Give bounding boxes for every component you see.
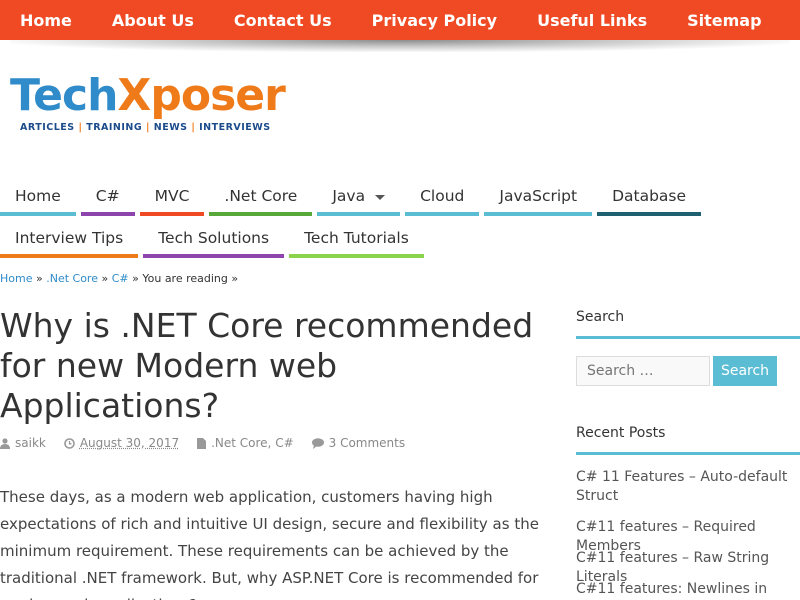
nav-item-label: Java xyxy=(332,187,366,205)
nav-item-underline xyxy=(0,212,76,216)
clock-icon xyxy=(64,437,75,449)
nav-item-label: MVC xyxy=(154,187,190,205)
top-nav-useful-links[interactable]: Useful Links xyxy=(537,11,647,30)
nav-item-database[interactable]: Database xyxy=(597,176,702,216)
nav-item-label: Tech Solutions xyxy=(158,229,270,247)
nav-item-underline xyxy=(405,212,480,216)
breadcrumb-netcore[interactable]: .Net Core xyxy=(46,272,98,285)
user-icon xyxy=(0,437,10,449)
nav-item-label: C# xyxy=(95,187,120,205)
nav-item-underline xyxy=(289,254,424,258)
logo-word-tech: Tech xyxy=(10,70,118,121)
top-nav-contact-us[interactable]: Contact Us xyxy=(234,11,332,30)
top-nav-about-us[interactable]: About Us xyxy=(112,11,194,30)
article-author[interactable]: saikk xyxy=(15,436,46,450)
top-nav-home[interactable]: Home xyxy=(20,11,72,30)
nav-item-underline xyxy=(80,212,135,216)
nav-item-label: .Net Core xyxy=(224,187,298,205)
nav-item-javascript[interactable]: JavaScript xyxy=(484,176,593,216)
article-body: These days, as a modern web application,… xyxy=(0,488,539,600)
breadcrumb-csharp[interactable]: C# xyxy=(112,272,129,285)
article-meta: saikk August 30, 2017 .Net Core, C# 3 Co… xyxy=(0,436,423,450)
sidebar-recent-heading: Recent Posts xyxy=(576,425,666,441)
nav-item-label: Cloud xyxy=(420,187,465,205)
nav-item-tech-tutorials[interactable]: Tech Tutorials xyxy=(289,218,424,258)
sidebar-search-heading: Search xyxy=(576,309,625,325)
nav-item-label: JavaScript xyxy=(499,187,578,205)
nav-item-underline xyxy=(139,212,205,216)
article-title: Why is .NET Core recommended for new Mod… xyxy=(0,306,534,425)
nav-item-underline xyxy=(209,212,313,216)
file-icon xyxy=(197,437,207,449)
nav-item-tech-solutions[interactable]: Tech Solutions xyxy=(143,218,285,258)
nav-item-label: Interview Tips xyxy=(15,229,124,247)
nav-item-c[interactable]: C# xyxy=(80,176,135,216)
caret-down-icon xyxy=(375,194,386,200)
header-shadow xyxy=(10,40,790,52)
nav-item-home[interactable]: Home xyxy=(0,176,76,216)
nav-item-label: Home xyxy=(15,187,61,205)
nav-item-underline xyxy=(484,212,593,216)
article-categories[interactable]: .Net Core, C# xyxy=(211,436,294,450)
nav-item-label: Tech Tutorials xyxy=(304,229,409,247)
article-comments[interactable]: 3 Comments xyxy=(329,436,406,450)
site-logo[interactable]: Tech Xposer ARTICLES | TRAINING | NEWS | … xyxy=(10,72,300,138)
sidebar-search-button[interactable]: Search xyxy=(713,356,777,386)
sidebar-search-rule xyxy=(576,336,800,339)
logo-word-xposer: Xposer xyxy=(117,70,285,121)
top-nav-bar: Home About Us Contact Us Privacy Policy … xyxy=(0,0,800,40)
nav-item-java[interactable]: Java xyxy=(317,176,401,216)
sidebar-recent-rule xyxy=(576,452,800,455)
top-nav-privacy-policy[interactable]: Privacy Policy xyxy=(372,11,497,30)
breadcrumb-current: You are reading » xyxy=(142,272,239,285)
nav-item-net-core[interactable]: .Net Core xyxy=(209,176,313,216)
comment-icon xyxy=(311,437,324,449)
nav-item-interview-tips[interactable]: Interview Tips xyxy=(0,218,139,258)
nav-item-label: Database xyxy=(612,187,687,205)
nav-item-mvc[interactable]: MVC xyxy=(139,176,205,216)
recent-post-item[interactable]: C#11 features: Newlines in string xyxy=(576,580,800,600)
nav-item-cloud[interactable]: Cloud xyxy=(405,176,480,216)
main-nav: Home C# MVC .Net Core Java Cloud JavaScript Dat… xyxy=(0,176,800,260)
nav-item-underline xyxy=(317,212,401,216)
breadcrumb: Home » .Net Core » C# » You are reading … xyxy=(0,272,239,285)
breadcrumb-home[interactable]: Home xyxy=(0,272,32,285)
nav-item-underline xyxy=(143,254,285,258)
logo-tagline: ARTICLES | TRAINING | NEWS | INTERVIEWS xyxy=(20,122,271,133)
nav-item-underline xyxy=(597,212,702,216)
top-nav-sitemap[interactable]: Sitemap xyxy=(687,11,761,30)
recent-post-item[interactable]: C# 11 Features – Auto-default Struct xyxy=(576,468,800,506)
nav-item-underline xyxy=(0,254,139,258)
sidebar-search-input[interactable] xyxy=(576,356,710,386)
article-date: August 30, 2017 xyxy=(79,436,180,450)
